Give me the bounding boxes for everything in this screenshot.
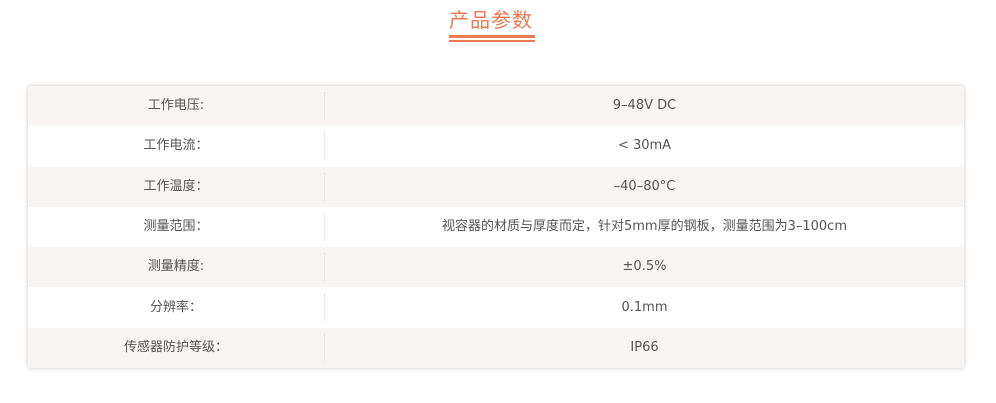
param-row-current: 工作电流： < 30mA [28, 126, 964, 167]
param-row-voltage: 工作电压: 9–48V DC [28, 86, 964, 127]
param-value: ±0.5% [622, 259, 667, 275]
param-name: 工作电压: [28, 92, 325, 121]
section-title: 产品参数 [449, 8, 533, 32]
param-row-protection: 传感器防护等级： IP66 [28, 327, 964, 368]
param-value: 0.1mm [621, 299, 668, 315]
title-underline-secondary [449, 40, 535, 42]
title-underline [449, 35, 535, 38]
param-value: IP66 [630, 339, 659, 355]
params-table: 工作电压: 9–48V DC 工作电流： < 30mA 工作温度： –40–80… [28, 86, 964, 368]
param-value: –40–80°C [613, 178, 676, 194]
param-row-range: 测量范围： 视容器的材质与厚度而定，针对5mm厚的钢板，测量范围为3–100cm [28, 206, 964, 248]
param-value: 9–48V DC [612, 98, 677, 114]
param-name: 测量精度: [28, 253, 325, 282]
param-name: 工作温度： [28, 172, 325, 201]
param-name: 工作电流： [28, 132, 325, 161]
param-value: 视容器的材质与厚度而定，针对5mm厚的钢板，测量范围为3–100cm [442, 219, 847, 235]
param-name: 测量范围： [28, 213, 325, 242]
param-name: 分辨率： [28, 293, 325, 322]
param-row-accuracy: 测量精度: ±0.5% [28, 247, 964, 288]
param-name: 传感器防护等级： [28, 333, 325, 362]
param-row-resolution: 分辨率： 0.1mm [28, 287, 964, 328]
param-value: < 30mA [617, 138, 672, 154]
param-row-temperature: 工作温度： –40–80°C [28, 166, 964, 207]
